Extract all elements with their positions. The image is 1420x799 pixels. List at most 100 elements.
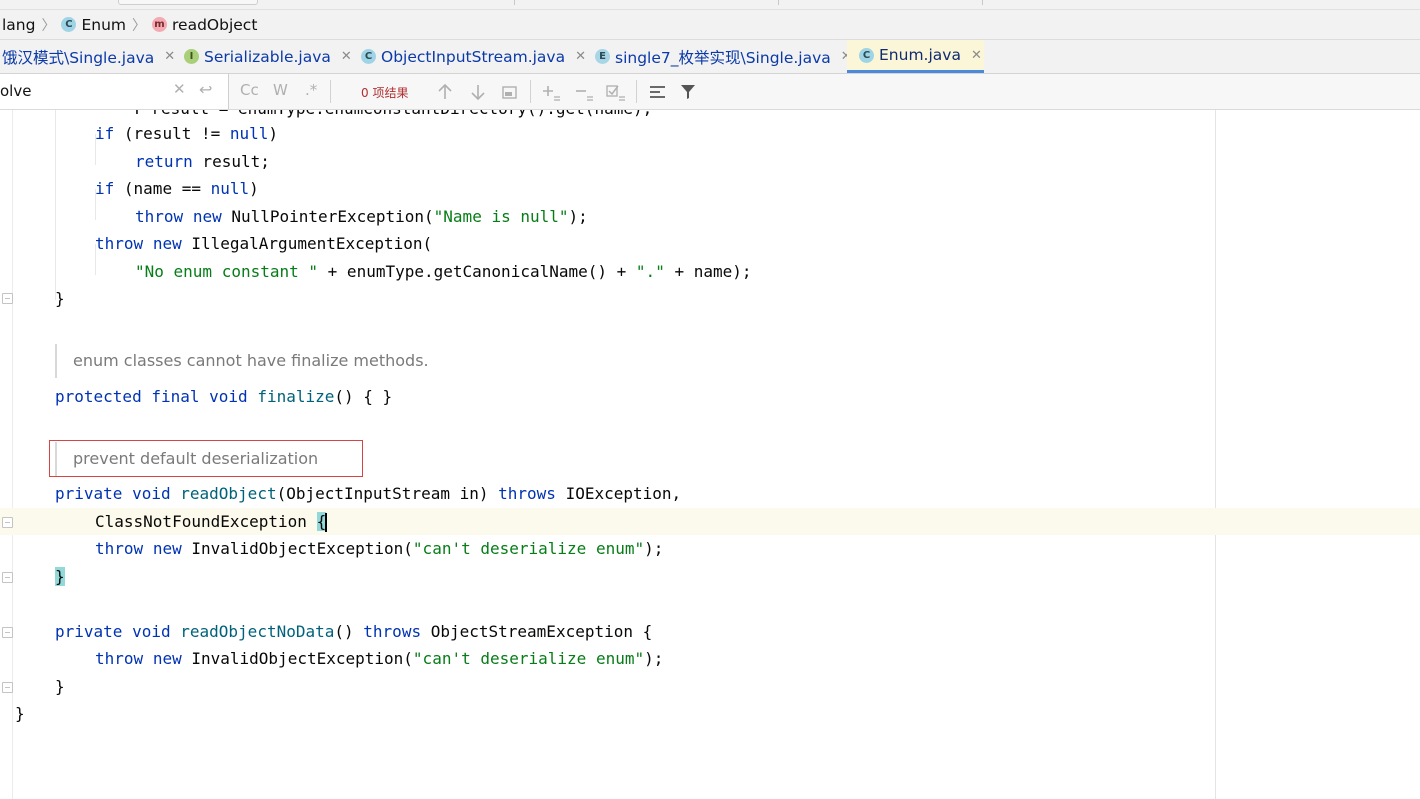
keyword: new [152, 234, 182, 253]
tab-objectinputstream[interactable]: C ObjectInputStream.java ✕ [349, 40, 586, 73]
hidden-tab-stub [118, 0, 258, 5]
keyword: throws [498, 484, 556, 503]
indent-guide [55, 110, 56, 300]
code-line: "No enum constant " + enumType.getCanoni… [135, 258, 752, 285]
code-text: T result = enumType.enumConstantDirector… [55, 110, 652, 118]
code-text: InvalidObjectException( [191, 649, 413, 668]
tab-label: 饿汉模式\Single.java [2, 48, 155, 67]
select-all-occurrences-icon[interactable] [501, 84, 519, 100]
breadcrumb-item-readobject[interactable]: m readObject [150, 10, 259, 39]
select-all-matches-icon[interactable] [605, 83, 627, 101]
keyword: void [132, 622, 171, 641]
breadcrumb-label: readObject [172, 15, 258, 34]
fold-marker-icon[interactable] [2, 572, 13, 583]
text-caret [325, 513, 328, 532]
fold-marker-icon[interactable] [2, 293, 13, 304]
gutter-divider [12, 110, 13, 799]
code-text: ClassNotFoundException [95, 512, 317, 531]
breadcrumb-label: lang [2, 15, 36, 34]
chevron-right-icon: 〉 [41, 17, 56, 34]
keyword: return [135, 152, 193, 171]
code-text: } [55, 289, 65, 308]
rendered-doc-comment: enum classes cannot have finalize method… [55, 344, 429, 378]
add-occurrence-icon[interactable] [540, 83, 562, 101]
code-editor[interactable]: T result = enumType.enumConstantDirector… [0, 110, 1420, 799]
keyword: throw [135, 207, 184, 226]
code-line: throw new IllegalArgumentException( [95, 230, 432, 257]
code-line: throw new NullPointerException("Name is … [135, 203, 588, 230]
keyword: private [55, 622, 123, 641]
code-text: NullPointerException( [231, 207, 434, 226]
filter-icon[interactable] [679, 82, 697, 101]
remove-occurrence-icon[interactable] [573, 83, 595, 101]
tab-label: ObjectInputStream.java [381, 47, 566, 66]
method-name: finalize [257, 387, 335, 406]
code-line: return result; [135, 148, 270, 175]
toolbar-divider [530, 80, 531, 103]
search-input[interactable] [0, 81, 170, 101]
keyword: final [151, 387, 200, 406]
tab-enum[interactable]: C Enum.java ✕ [847, 40, 984, 73]
class-icon: C [859, 47, 874, 63]
keyword: void [132, 484, 171, 503]
code-text: IllegalArgumentException( [191, 234, 433, 253]
keyword: if [95, 179, 115, 198]
strip-divider [514, 0, 515, 5]
arrow-down-icon[interactable] [470, 83, 486, 101]
method-name: readObject [180, 484, 277, 503]
code-text: result; [192, 152, 270, 171]
enum-icon: E [595, 49, 610, 64]
code-line: throw new InvalidObjectException("can't … [95, 535, 663, 562]
code-text: ) [249, 179, 259, 198]
keyword: void [209, 387, 248, 406]
keyword: null [210, 179, 250, 198]
strip-divider [982, 0, 983, 5]
tab-serializable[interactable]: I Serializable.java ✕ [172, 40, 352, 73]
string-literal: "can't deserialize enum" [412, 649, 645, 668]
regex-toggle[interactable]: .* [305, 81, 317, 99]
code-line: protected final void finalize() { } [55, 383, 392, 410]
code-text: + name); [664, 262, 752, 281]
tab-single-hungry[interactable]: 饿汉模式\Single.java ✕ [0, 40, 175, 73]
keyword: private [55, 484, 123, 503]
toolbar-divider [330, 80, 331, 103]
keyword: protected [55, 387, 142, 406]
fold-marker-icon[interactable] [2, 682, 13, 693]
strip-divider [778, 0, 779, 5]
chevron-right-icon: 〉 [132, 17, 147, 34]
code-text: (name == [123, 179, 211, 198]
arrow-up-icon[interactable] [437, 83, 453, 101]
search-field: ✕ ↩ [0, 74, 229, 109]
code-text: IOException, [555, 484, 682, 503]
tab-label: Enum.java [879, 46, 961, 64]
keyword: new [152, 649, 182, 668]
breadcrumb: lang 〉 C Enum 〉 m readObject [0, 10, 1420, 40]
filter-lines-icon[interactable] [648, 83, 668, 101]
tab-single-enum[interactable]: E single7_枚举实现\Single.java ✕ [583, 40, 852, 73]
interface-icon: I [184, 49, 199, 64]
code-line: private void readObject(ObjectInputStrea… [55, 480, 681, 507]
code-text: ); [644, 649, 664, 668]
code-text: ); [568, 207, 588, 226]
code-text: ) [268, 124, 279, 143]
breadcrumb-item-enum[interactable]: C Enum [59, 10, 128, 39]
annotation-highlight-box [49, 440, 363, 477]
code-line: if (result != null) [95, 120, 278, 147]
keyword: null [229, 124, 269, 143]
code-text: } [55, 677, 65, 696]
breadcrumb-item-lang[interactable]: lang [0, 10, 37, 39]
class-icon: C [361, 49, 376, 64]
code-line: } [55, 563, 65, 590]
clear-icon[interactable]: ✕ [173, 80, 186, 98]
fold-marker-icon[interactable] [2, 517, 13, 528]
whole-words-toggle[interactable]: W [273, 81, 288, 99]
editor-tab-bar: 饿汉模式\Single.java ✕ I Serializable.java ✕… [0, 40, 1420, 74]
code-text: } [15, 704, 25, 723]
close-icon[interactable]: ✕ [971, 48, 982, 63]
match-case-toggle[interactable]: Cc [240, 81, 259, 99]
code-line: throw new InvalidObjectException("can't … [95, 645, 663, 672]
keyword: if [95, 124, 115, 143]
fold-marker-icon[interactable] [2, 627, 13, 638]
code-text: (result != [123, 124, 230, 143]
new-line-icon[interactable]: ↩ [199, 80, 212, 99]
